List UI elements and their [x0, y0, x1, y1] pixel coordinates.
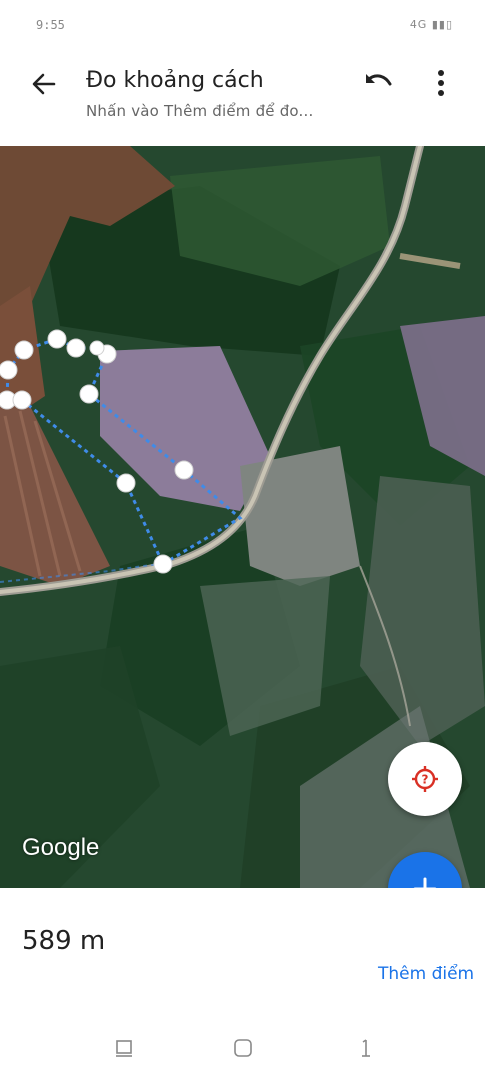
status-icons: 4G ▮▮▯ — [409, 18, 453, 31]
measure-point[interactable] — [174, 460, 194, 480]
page-subtitle: Nhấn vào Thêm điểm để đo... — [86, 102, 314, 120]
page-title: Đo khoảng cách — [86, 68, 264, 93]
more-options-button[interactable] — [426, 66, 456, 100]
svg-text:?: ? — [422, 773, 429, 787]
system-nav-bar — [0, 1018, 485, 1080]
home-icon — [234, 1039, 252, 1057]
back-arrow-icon — [32, 73, 56, 95]
app-bar: Đo khoảng cách Nhấn vào Thêm điểm để đo.… — [0, 50, 485, 146]
recent-apps-button[interactable] — [112, 1036, 136, 1060]
measure-point[interactable] — [14, 340, 34, 360]
undo-icon — [366, 74, 392, 86]
total-distance: 589 m — [22, 926, 106, 956]
more-vert-icon — [438, 70, 444, 96]
measure-point[interactable] — [0, 360, 18, 380]
measure-point[interactable] — [12, 390, 32, 410]
measure-point[interactable] — [89, 340, 105, 356]
measure-point[interactable] — [47, 329, 67, 349]
measurement-sheet: 589 m Thêm điểm — [0, 888, 485, 1018]
add-point-button[interactable]: Thêm điểm — [378, 964, 474, 984]
back-nav-icon — [362, 1039, 370, 1057]
google-attribution: Google — [22, 834, 100, 861]
my-location-button[interactable]: ? — [388, 742, 462, 816]
measure-point[interactable] — [79, 384, 99, 404]
status-time: 9:55 — [36, 18, 65, 32]
measure-point[interactable] — [116, 473, 136, 493]
undo-button[interactable] — [360, 66, 396, 100]
status-bar: 9:55 4G ▮▮▯ — [0, 0, 485, 50]
measure-point[interactable] — [66, 338, 86, 358]
measure-point[interactable] — [153, 554, 173, 574]
home-button[interactable] — [231, 1036, 255, 1060]
back-nav-button[interactable] — [354, 1036, 378, 1060]
recent-apps-icon — [116, 1040, 132, 1057]
back-button[interactable] — [28, 68, 60, 100]
location-help-icon: ? — [412, 766, 438, 792]
